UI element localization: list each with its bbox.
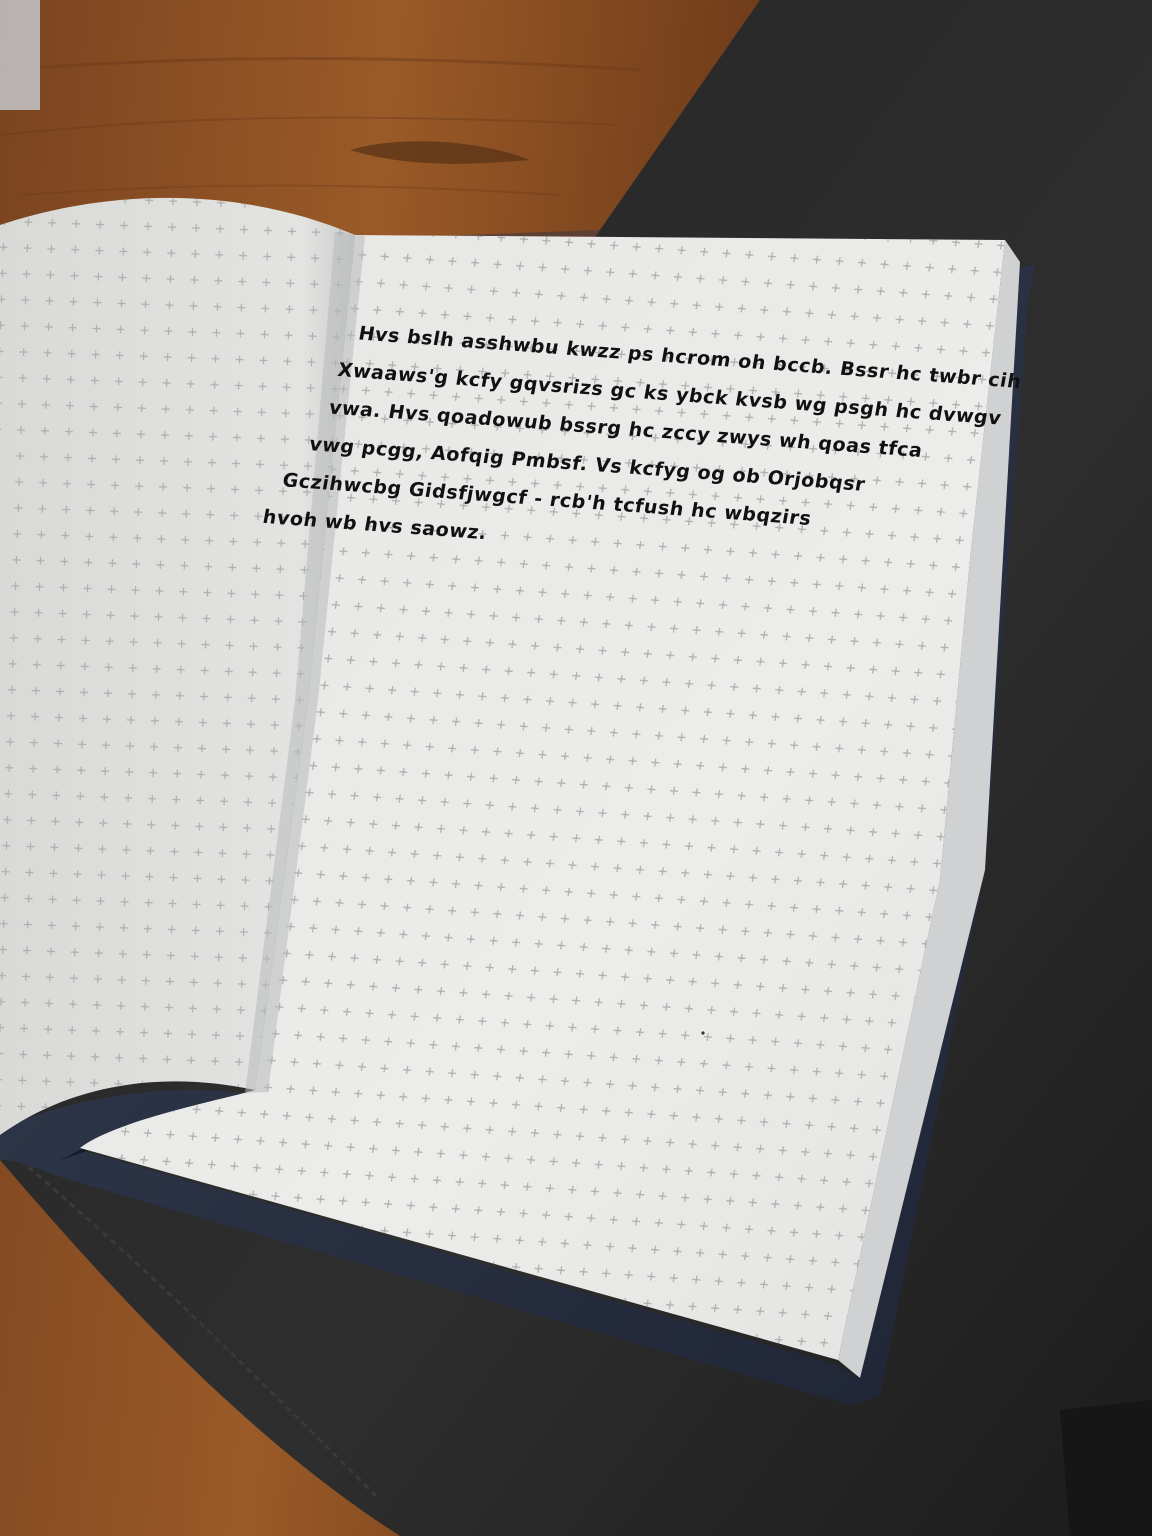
desk-corner-object: [0, 0, 40, 110]
ink-dot: [701, 1031, 705, 1035]
handwritten-text: Hvs bslh asshwbu kwzz ps hcrom oh bccb. …: [254, 300, 1023, 609]
photo-scene: [0, 0, 1152, 1536]
mat-fold: [1060, 1400, 1152, 1536]
handwritten-line: hvoh wb hvs saowz.: [261, 505, 489, 545]
